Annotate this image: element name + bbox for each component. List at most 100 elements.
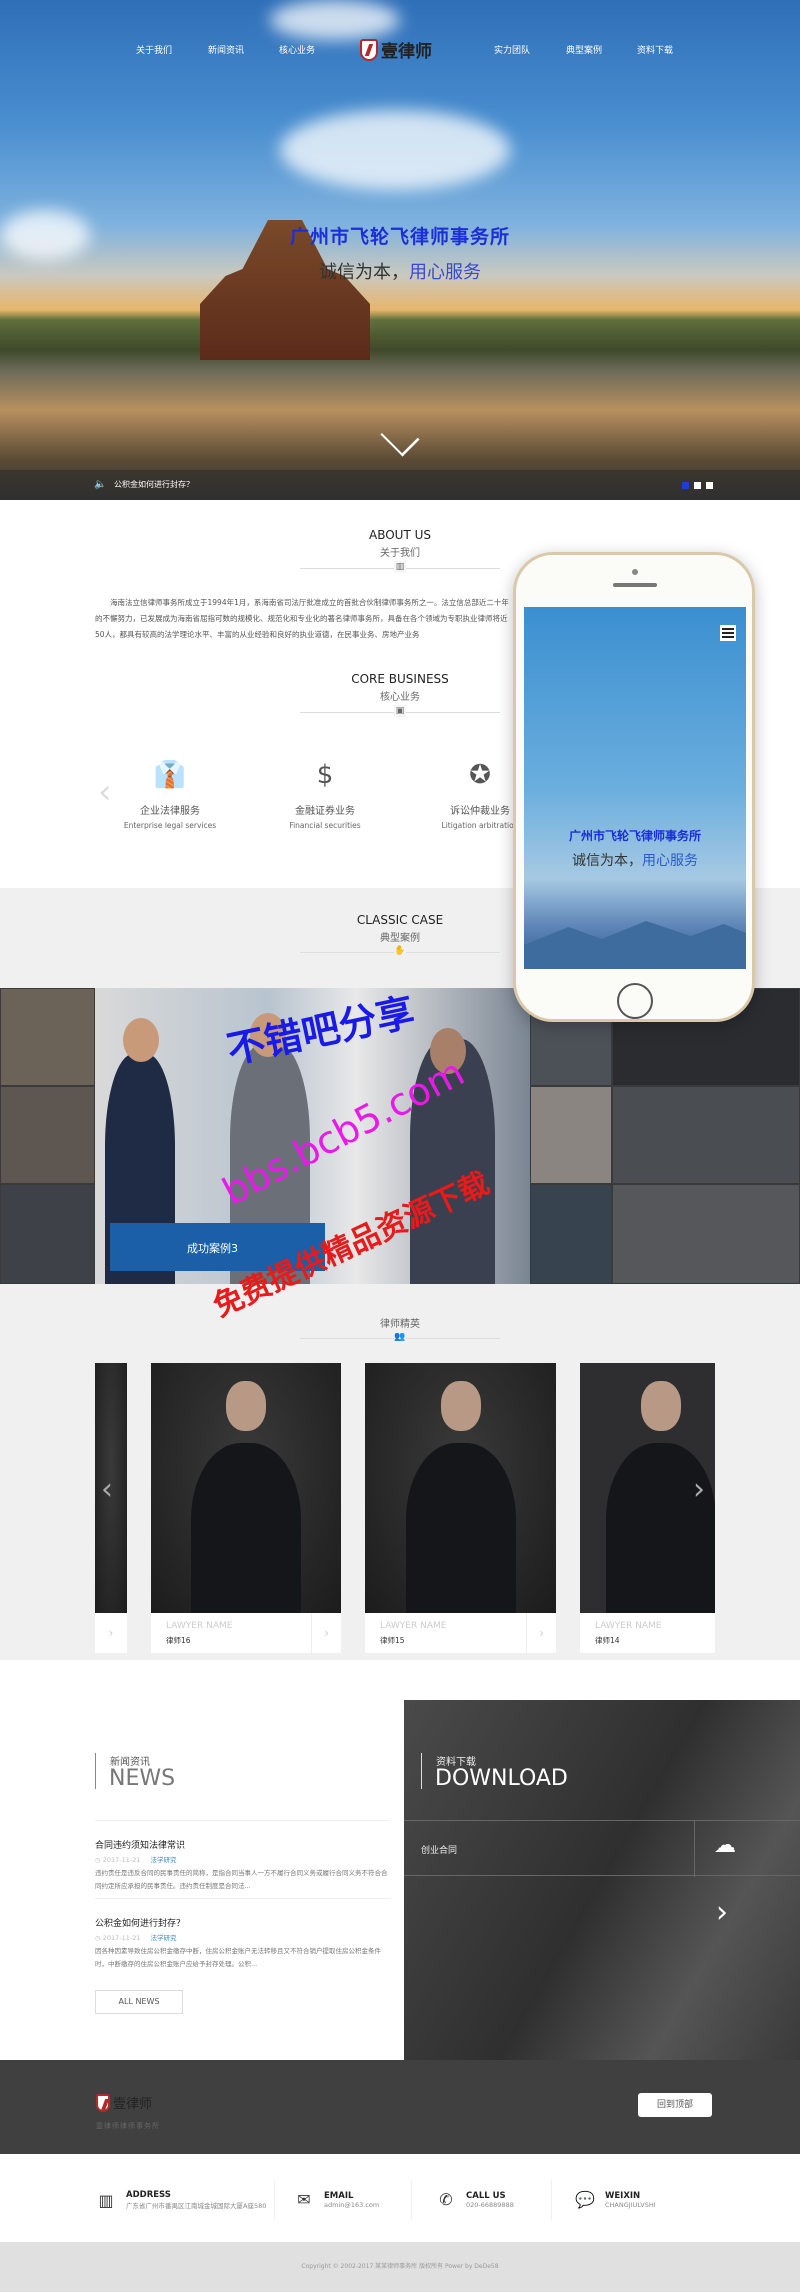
- news-en-title: NEWS: [109, 1766, 176, 1791]
- business-en: Financial securities: [289, 821, 361, 830]
- home-button: [617, 983, 653, 1019]
- map-icon: ▥: [98, 2190, 114, 2210]
- notice-text[interactable]: 公积金如何进行封存？: [114, 479, 194, 490]
- core-divider: ▣: [300, 705, 500, 717]
- contact-address: ▥ ADDRESS 广东省广州市番禺区江南城金城国际大厦A座580: [96, 2190, 266, 2210]
- contact-label: EMAIL: [324, 2190, 354, 2201]
- lawyers-subtitle: 律师精英: [380, 1319, 420, 1330]
- copyright: Copyright © 2002-2017 某某律师事务所 版权所有 Power…: [0, 2242, 800, 2292]
- phone-subtitle-b: 用心服务: [642, 853, 698, 869]
- contact-value: 广东省广州市番禺区江南城金城国际大厦A座580: [126, 2202, 267, 2210]
- wechat-icon: 💬: [575, 2190, 595, 2209]
- nav-about[interactable]: 关于我们: [136, 43, 172, 56]
- lawyer-card[interactable]: LAWYER NAME 律师16 ›: [151, 1363, 341, 1653]
- business-item[interactable]: $ 金融证券业务 Financial securities: [255, 760, 395, 830]
- blurred-face: [641, 1381, 681, 1431]
- logo[interactable]: 壹律师: [360, 37, 432, 62]
- case-divider: ✋: [300, 945, 500, 957]
- shield-logo-icon: [360, 38, 378, 61]
- contact-phone: ✆ CALL US 020-66889888: [436, 2190, 514, 2209]
- nav-download[interactable]: 资料下载: [637, 43, 673, 56]
- news-title-bar: [95, 1753, 96, 1789]
- hero-subtitle: 诚信为本，用心服务: [0, 258, 800, 284]
- slide-dot-3[interactable]: [706, 482, 713, 489]
- speaker-icon: 🔈: [94, 479, 107, 490]
- about-text: 海南法立信律师事务所成立于1994年1月，系海南省司法厅批准成立的首批合伙制律师…: [95, 598, 509, 639]
- hand-icon: ✋: [394, 945, 406, 957]
- chevron-right-icon[interactable]: ›: [311, 1613, 341, 1653]
- business-en: Enterprise legal services: [123, 821, 217, 830]
- nav-cases[interactable]: 典型案例: [566, 43, 602, 56]
- news-date: 2017-11-21: [102, 1856, 141, 1864]
- contact-value[interactable]: admin@163.com: [324, 2201, 379, 2209]
- lawyer-card[interactable]: LAWYER NAME 律师15 ›: [365, 1363, 556, 1653]
- phone-mockup: 广州市飞轮飞律师事务所 诚信为本，用心服务: [513, 552, 755, 1022]
- nav-team[interactable]: 实力团队: [494, 43, 530, 56]
- lawyer-name: 律师15: [380, 1636, 405, 1645]
- phone-subtitle: 诚信为本，用心服务: [524, 850, 746, 870]
- news-meta: ◷ 2017-11-21 法学研究: [95, 1934, 177, 1942]
- slide-dot-1[interactable]: [682, 482, 689, 489]
- shield-logo-icon: [96, 2093, 110, 2112]
- news-tag[interactable]: 法学研究: [151, 1934, 177, 1942]
- contact-email: ✉ EMAIL admin@163.com: [294, 2190, 379, 2209]
- slide-dot-2[interactable]: [694, 482, 701, 489]
- hamburger-menu-icon[interactable]: [720, 625, 736, 641]
- contact-label: WEIXIN: [605, 2190, 641, 2201]
- team-icon: 👥: [394, 1331, 406, 1343]
- money-icon: $: [316, 760, 334, 790]
- news-title[interactable]: 合同违约须知法律常识: [95, 1838, 390, 1851]
- hero-subtitle-b: 用心服务: [409, 262, 481, 283]
- lawyer-name: 律师14: [595, 1636, 620, 1645]
- business-item[interactable]: 👔 企业法律服务 Enterprise legal services: [100, 760, 240, 830]
- contact-value: 020-66889888: [466, 2200, 514, 2209]
- chevron-right-icon[interactable]: ›: [526, 1613, 556, 1653]
- about-title: ABOUT US: [368, 528, 431, 542]
- lawyers-next-arrow-icon[interactable]: ›: [693, 1472, 705, 1507]
- contact-value: CHANGJIULVSHI: [605, 2200, 656, 2209]
- back-to-top-button[interactable]: 回到顶部: [638, 2093, 712, 2117]
- news-date: 2017-11-21: [102, 1934, 141, 1942]
- hero-subtitle-a: 诚信为本，: [319, 262, 409, 283]
- cloud-download-icon[interactable]: ☁: [714, 1833, 736, 1858]
- nav-business[interactable]: 核心业务: [279, 43, 315, 56]
- phone-icon: ✆: [439, 2190, 453, 2209]
- news-item[interactable]: 合同违约须知法律常识 ◷ 2017-11-21 法学研究 违约责任是违反合同的民事责任…: [95, 1820, 390, 1893]
- blurred-face: [226, 1381, 266, 1431]
- lawyer-name: 律师16: [166, 1636, 191, 1645]
- lawyer-card-partial[interactable]: ›: [95, 1363, 127, 1653]
- news-summary: 违约责任是违反合同的民事责任的简称，是指合同当事人一方不履行合同义务或履行合同义…: [95, 1869, 388, 1890]
- news-title[interactable]: 公积金如何进行封存？: [95, 1916, 390, 1929]
- phone-title: 广州市飞轮飞律师事务所: [568, 829, 701, 843]
- lawyers-divider: 👥: [300, 1331, 500, 1343]
- all-news-button[interactable]: ALL NEWS: [95, 1990, 183, 2014]
- lawyers-prev-arrow-icon[interactable]: ‹: [101, 1472, 113, 1507]
- contact-weixin: 💬 WEIXIN CHANGJIULVSHI: [575, 2190, 656, 2209]
- lawyer-card[interactable]: LAWYER NAME 律师14: [580, 1363, 715, 1653]
- footer-logo: 壹律师: [96, 2093, 152, 2112]
- download-item[interactable]: 创业合同 ☁: [404, 1820, 800, 1877]
- nav-news[interactable]: 新闻资讯: [208, 43, 244, 56]
- notice-bar: 🔈 公积金如何进行封存？: [0, 470, 800, 500]
- lawyer-label: LAWYER NAME: [166, 1621, 233, 1631]
- tie-icon: 👔: [153, 760, 187, 790]
- monitor-icon: ▣: [394, 705, 406, 717]
- logo-text: 壹律师: [381, 42, 432, 62]
- mail-icon: ✉: [297, 2190, 311, 2209]
- contact-label: CALL US: [466, 2190, 506, 2201]
- news-meta: ◷ 2017-11-21 法学研究: [95, 1856, 177, 1864]
- download-title-bar: [421, 1753, 422, 1789]
- news-tag[interactable]: 法学研究: [151, 1856, 177, 1864]
- phone-subtitle-a: 诚信为本，: [572, 853, 642, 869]
- download-next-arrow-icon[interactable]: ›: [716, 1895, 728, 1930]
- contact-label: ADDRESS: [126, 2190, 171, 2200]
- news-item[interactable]: 公积金如何进行封存？ ◷ 2017-11-21 法学研究 因各种因素导致住房公积金缴存…: [95, 1898, 390, 1971]
- about-divider: ▥: [300, 561, 500, 573]
- download-item-label: 创业合同: [421, 1846, 458, 1856]
- footer-logo-text: 壹律师: [113, 2097, 153, 2112]
- blurred-face: [440, 1381, 481, 1431]
- lawyer-label: LAWYER NAME: [380, 1621, 447, 1631]
- hero-title: 广州市飞轮飞律师事务所: [289, 226, 510, 248]
- business-zh: 金融证券业务: [295, 806, 355, 817]
- chevron-right-icon: ›: [108, 1626, 114, 1640]
